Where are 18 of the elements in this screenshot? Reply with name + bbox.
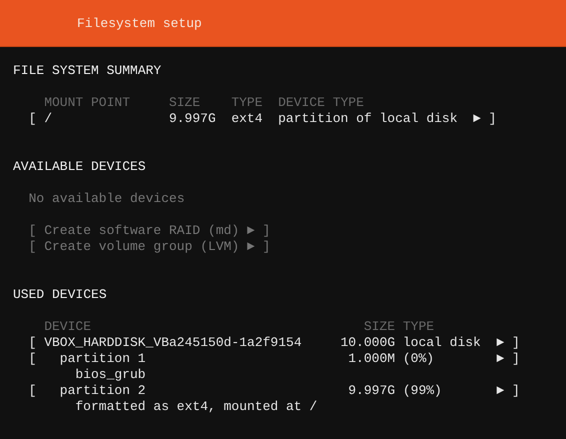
partition-row[interactable]: [ partition 2 9.997G (99%) ► ]: [13, 383, 566, 399]
partition-note: bios_grub: [75, 367, 146, 383]
empty-message: No available devices: [28, 191, 185, 207]
column-header: SIZE: [168, 95, 200, 111]
column-header: TYPE: [231, 95, 263, 111]
screen-title: Filesystem setup: [77, 16, 202, 30]
disk-row[interactable]: [ VBOX_HARDDISK_VBa245150d-1a2f9154 10.000G local disk ► ]: [13, 335, 566, 351]
filesystem-row[interactable]: [ / 9.997G ext4 partition of local disk ► ]: [13, 111, 566, 127]
section-heading: USED DEVICES: [13, 287, 107, 303]
column-header: DEVICE: [44, 319, 91, 335]
column-header: MOUNT POINT: [44, 95, 130, 111]
column-header: TYPE: [402, 319, 434, 335]
column-header: DEVICE TYPE: [278, 95, 364, 111]
column-header: SIZE: [364, 319, 396, 335]
section-heading: AVAILABLE DEVICES: [13, 159, 146, 175]
section-heading: FILE SYSTEM SUMMARY: [13, 63, 162, 79]
partition-row[interactable]: [ partition 1 1.000M (0%) ► ]: [13, 351, 566, 367]
partition-note: formatted as ext4, mounted at /: [75, 399, 318, 415]
